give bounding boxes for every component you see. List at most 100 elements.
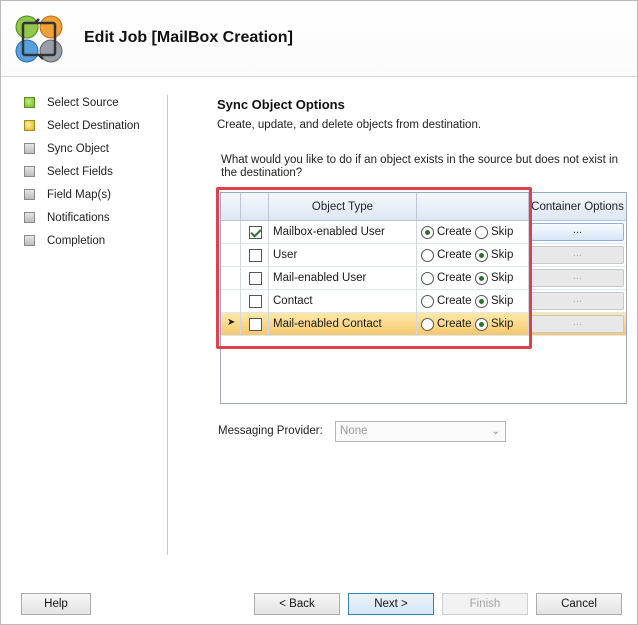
- table-row-selected[interactable]: ➤ Mail-enabled Contact Create Skip ...: [221, 313, 626, 336]
- create-radio[interactable]: [421, 295, 434, 308]
- skip-radio[interactable]: [475, 295, 488, 308]
- step-sync-object[interactable]: Sync Object: [19, 141, 169, 164]
- step-pending-icon: [24, 166, 35, 177]
- window-title: Edit Job [MailBox Creation]: [84, 29, 293, 46]
- table-row[interactable]: User Create Skip ...: [221, 244, 626, 267]
- step-label: Completion: [47, 235, 106, 247]
- container-options-cell: ...: [529, 313, 626, 336]
- object-type-cell: Mail-enabled User: [269, 267, 417, 290]
- container-options-cell: ...: [529, 290, 626, 313]
- row-checkbox[interactable]: [249, 272, 262, 285]
- section-subtitle: Create, update, and delete objects from …: [217, 119, 482, 131]
- step-select-fields[interactable]: Select Fields: [19, 164, 169, 187]
- row-selector[interactable]: [221, 290, 241, 313]
- object-type-cell: Contact: [269, 290, 417, 313]
- messaging-provider-select[interactable]: None ⌄: [335, 421, 506, 442]
- current-row-arrow-icon: ➤: [227, 317, 236, 328]
- wizard-steps: Select Source Select Destination Sync Ob…: [19, 95, 169, 256]
- action-options-cell: Create Skip: [417, 244, 529, 267]
- create-radio[interactable]: [421, 272, 434, 285]
- object-type-cell: Mail-enabled Contact: [269, 313, 417, 336]
- step-pending-icon: [24, 212, 35, 223]
- action-options-cell: Create Skip: [417, 221, 529, 244]
- container-options-button: ...: [531, 269, 624, 287]
- row-checkbox-cell: [241, 221, 269, 244]
- row-checkbox[interactable]: [249, 226, 262, 239]
- object-type-grid: Object Type Container Options Mailbox-en…: [220, 192, 627, 404]
- sidebar-divider: [167, 95, 168, 555]
- finish-button: Finish: [442, 593, 528, 615]
- row-checkbox-cell: [241, 313, 269, 336]
- row-selector[interactable]: [221, 244, 241, 267]
- table-row[interactable]: Mailbox-enabled User Create Skip ...: [221, 221, 626, 244]
- grid-header-object-type[interactable]: Object Type: [269, 193, 417, 221]
- grid-header-checkbox[interactable]: [241, 193, 269, 221]
- action-options-cell: Create Skip: [417, 313, 529, 336]
- row-checkbox-cell: [241, 267, 269, 290]
- step-label: Field Map(s): [47, 189, 111, 201]
- grid-header-container-options[interactable]: Container Options: [529, 193, 626, 221]
- step-current-icon: [24, 120, 35, 131]
- row-checkbox-cell: [241, 244, 269, 267]
- container-options-button: ...: [531, 292, 624, 310]
- cancel-button[interactable]: Cancel: [536, 593, 622, 615]
- step-label: Select Destination: [47, 120, 140, 132]
- back-button[interactable]: < Back: [254, 593, 340, 615]
- skip-radio-label: Skip: [491, 226, 514, 238]
- row-checkbox-cell: [241, 290, 269, 313]
- container-options-cell: ...: [529, 221, 626, 244]
- chevron-down-icon: ⌄: [491, 426, 500, 437]
- row-selector[interactable]: [221, 267, 241, 290]
- object-type-cell: Mailbox-enabled User: [269, 221, 417, 244]
- step-field-maps[interactable]: Field Map(s): [19, 187, 169, 210]
- skip-radio-label: Skip: [491, 272, 514, 284]
- table-row[interactable]: Mail-enabled User Create Skip ...: [221, 267, 626, 290]
- next-button[interactable]: Next >: [348, 593, 434, 615]
- skip-radio[interactable]: [475, 318, 488, 331]
- help-button[interactable]: Help: [21, 593, 91, 615]
- step-done-icon: [24, 97, 35, 108]
- skip-radio-label: Skip: [491, 295, 514, 307]
- step-select-source[interactable]: Select Source: [19, 95, 169, 118]
- skip-radio[interactable]: [475, 226, 488, 239]
- app-logo-icon: [15, 15, 63, 63]
- step-pending-icon: [24, 189, 35, 200]
- action-options-cell: Create Skip: [417, 290, 529, 313]
- action-options-cell: Create Skip: [417, 267, 529, 290]
- container-options-cell: ...: [529, 244, 626, 267]
- create-radio[interactable]: [421, 318, 434, 331]
- skip-radio-label: Skip: [491, 249, 514, 261]
- step-pending-icon: [24, 143, 35, 154]
- create-radio-label: Create: [437, 226, 472, 238]
- edit-job-window: Edit Job [MailBox Creation] Select Sourc…: [0, 0, 638, 625]
- messaging-provider-label: Messaging Provider:: [218, 425, 323, 437]
- grid-header-label: Container Options: [531, 201, 624, 213]
- header: Edit Job [MailBox Creation]: [1, 1, 637, 77]
- skip-radio-label: Skip: [491, 318, 514, 330]
- container-options-cell: ...: [529, 267, 626, 290]
- table-row[interactable]: Contact Create Skip ...: [221, 290, 626, 313]
- step-notifications[interactable]: Notifications: [19, 210, 169, 233]
- skip-radio[interactable]: [475, 249, 488, 262]
- row-checkbox[interactable]: [249, 318, 262, 331]
- create-radio[interactable]: [421, 249, 434, 262]
- row-selector[interactable]: ➤: [221, 313, 241, 336]
- step-pending-icon: [24, 235, 35, 246]
- row-checkbox[interactable]: [249, 249, 262, 262]
- create-radio-label: Create: [437, 295, 472, 307]
- step-label: Notifications: [47, 212, 110, 224]
- container-options-button: ...: [531, 246, 624, 264]
- container-options-button[interactable]: ...: [531, 223, 624, 241]
- row-selector[interactable]: [221, 221, 241, 244]
- create-radio-label: Create: [437, 318, 472, 330]
- skip-radio[interactable]: [475, 272, 488, 285]
- grid-header-options[interactable]: [417, 193, 529, 221]
- row-checkbox[interactable]: [249, 295, 262, 308]
- step-label: Select Source: [47, 97, 119, 109]
- create-radio-label: Create: [437, 249, 472, 261]
- container-options-button: ...: [531, 315, 624, 333]
- step-select-destination[interactable]: Select Destination: [19, 118, 169, 141]
- step-completion[interactable]: Completion: [19, 233, 169, 256]
- section-title: Sync Object Options: [217, 97, 345, 112]
- create-radio[interactable]: [421, 226, 434, 239]
